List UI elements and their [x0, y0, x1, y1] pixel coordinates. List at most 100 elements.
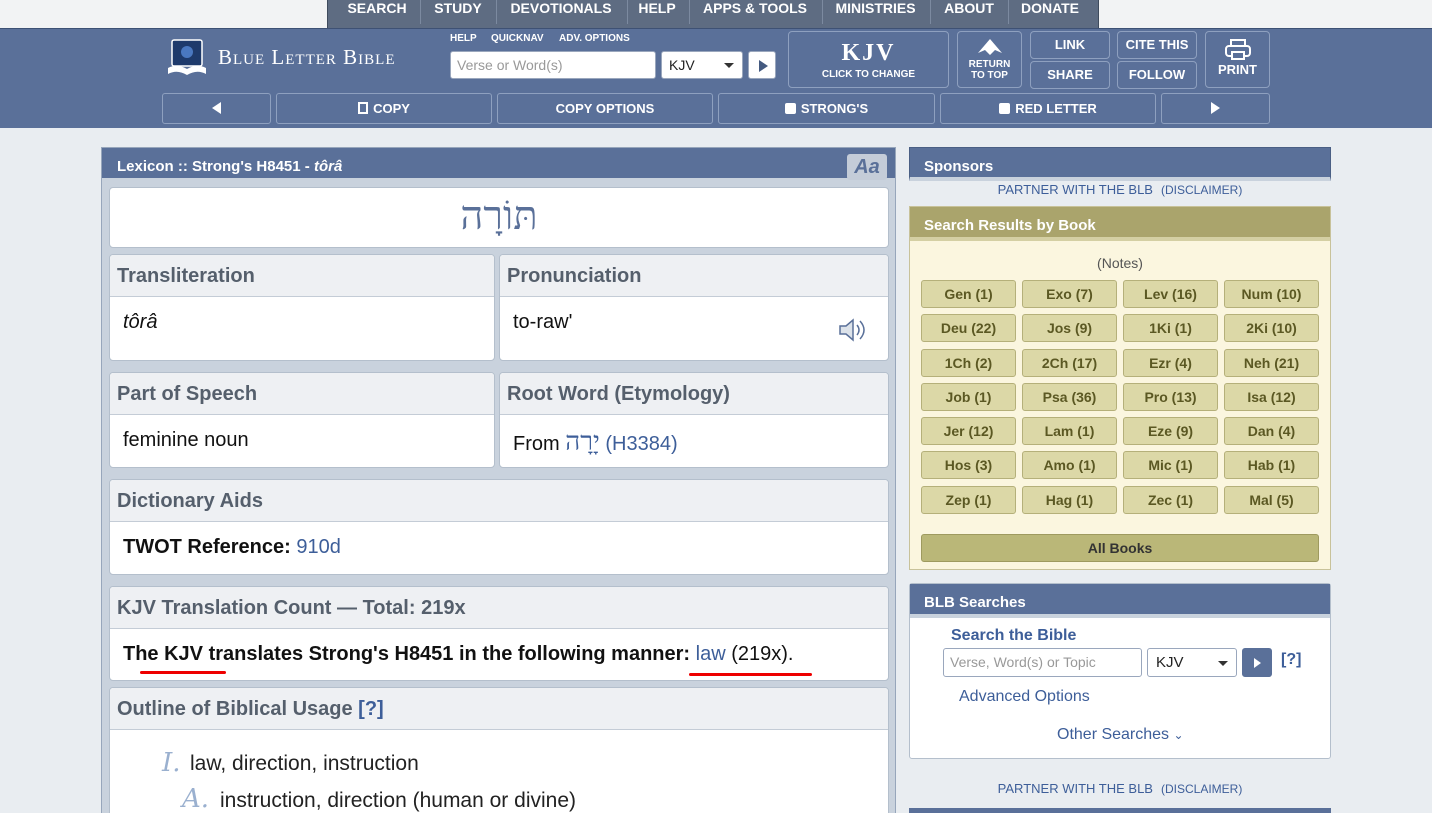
verse-search-input[interactable]: Verse or Word(s) — [450, 51, 656, 79]
book-button[interactable]: Zec (1) — [1123, 486, 1218, 514]
strongs-toggle[interactable]: STRONG'S — [718, 93, 935, 124]
book-button[interactable]: Gen (1) — [921, 280, 1016, 308]
sidebar-search-go-button[interactable] — [1242, 648, 1272, 677]
chevron-down-icon — [724, 63, 734, 68]
book-button[interactable]: Ezr (4) — [1123, 349, 1218, 377]
book-button[interactable]: Hab (1) — [1224, 451, 1319, 479]
book-button[interactable]: Jos (9) — [1022, 314, 1117, 342]
book-button[interactable]: Lam (1) — [1022, 417, 1117, 445]
book-button[interactable]: Exo (7) — [1022, 280, 1117, 308]
quicknav-link[interactable]: QUICKNAV — [491, 33, 544, 44]
twot-link[interactable]: 910d — [296, 536, 341, 558]
book-button[interactable]: 2Ki (10) — [1224, 314, 1319, 342]
font-size-button[interactable]: Aa — [847, 154, 887, 180]
sidebar-help-link[interactable]: [?] — [1281, 651, 1301, 669]
book-button[interactable]: Mic (1) — [1123, 451, 1218, 479]
book-button[interactable]: Eze (9) — [1123, 417, 1218, 445]
arrow-left-icon — [212, 102, 221, 114]
help-link[interactable]: HELP — [450, 33, 477, 44]
speaker-icon[interactable] — [838, 317, 872, 343]
outline-item-1a: instruction, direction (human or divine) — [220, 789, 576, 813]
all-books-button[interactable]: All Books — [921, 534, 1319, 562]
arrow-right-icon — [759, 60, 768, 72]
book-button[interactable]: Amo (1) — [1022, 451, 1117, 479]
lexicon-title-text: Lexicon :: Strong's H8451 - — [117, 158, 314, 175]
root-strongs-link[interactable]: (H3384) — [605, 433, 677, 455]
book-button[interactable]: Num (10) — [1224, 280, 1319, 308]
nav-help[interactable]: HELP — [636, 0, 678, 28]
link-button[interactable]: LINK — [1030, 31, 1110, 59]
part-of-speech-value: feminine noun — [110, 415, 494, 466]
book-button[interactable]: 2Ch (17) — [1022, 349, 1117, 377]
book-button[interactable]: Neh (21) — [1224, 349, 1319, 377]
outline-letter-a: A. — [182, 784, 209, 813]
pronunciation-heading: Pronunciation — [500, 255, 888, 297]
red-letter-toggle[interactable]: RED LETTER — [940, 93, 1156, 124]
top-nav-menu: SEARCH STUDY DEVOTIONALS HELP APPS & TOO… — [327, 0, 1099, 28]
book-button[interactable]: Job (1) — [921, 383, 1016, 411]
kjv-version-button[interactable]: KJV CLICK TO CHANGE — [788, 31, 949, 88]
book-button[interactable]: Mal (5) — [1224, 486, 1319, 514]
advanced-options-link[interactable]: Advanced Options — [959, 688, 1090, 706]
partner-link[interactable]: PARTNER WITH THE BLB — [998, 781, 1153, 796]
print-button[interactable]: PRINT — [1205, 31, 1270, 88]
nav-ministries[interactable]: MINISTRIES — [833, 0, 918, 28]
cite-this-button[interactable]: CITE THIS — [1117, 31, 1197, 59]
copy-options-button[interactable]: COPY OPTIONS — [497, 93, 713, 124]
copy-label: COPY — [373, 101, 410, 116]
blb-logo-icon[interactable] — [166, 38, 208, 80]
book-button[interactable]: Jer (12) — [921, 417, 1016, 445]
other-searches-link[interactable]: Other Searches ⌄ — [1057, 726, 1184, 744]
follow-button[interactable]: FOLLOW — [1117, 61, 1197, 89]
book-button[interactable]: 1Ch (2) — [921, 349, 1016, 377]
book-button[interactable]: Psa (36) — [1022, 383, 1117, 411]
hebrew-word: תּוֹרָה — [110, 188, 888, 239]
copy-button[interactable]: COPY — [276, 93, 492, 124]
book-button[interactable]: Dan (4) — [1224, 417, 1319, 445]
book-button[interactable]: Isa (12) — [1224, 383, 1319, 411]
sponsors-heading: Sponsors — [909, 147, 1331, 181]
return-to-top-button[interactable]: RETURN TO TOP — [957, 31, 1022, 88]
book-button[interactable]: Hos (3) — [921, 451, 1016, 479]
pronunciation-value: to-raw' — [513, 311, 572, 333]
book-button[interactable]: Lev (16) — [1123, 280, 1218, 308]
search-the-bible-label: Search the Bible — [951, 627, 1076, 645]
twot-label: TWOT Reference: — [123, 536, 291, 558]
blb-searches-section: BLB Searches Search the Bible Verse, Wor… — [909, 583, 1331, 759]
root-hebrew-word[interactable]: יָרָה — [565, 427, 600, 457]
site-logo-text[interactable]: Blue Letter Bible — [218, 45, 395, 70]
notes-link[interactable]: (Notes) — [910, 255, 1330, 271]
return-label: RETURN — [958, 59, 1021, 70]
dictionary-aids-box: Dictionary Aids TWOT Reference: 910d — [109, 479, 889, 575]
next-button[interactable] — [1161, 93, 1270, 124]
sidebar-version-select[interactable]: KJV — [1147, 648, 1237, 677]
results-heading: Search Results by Book — [910, 207, 1330, 241]
disclaimer-link[interactable]: (DISCLAIMER) — [1161, 782, 1242, 796]
nav-search[interactable]: SEARCH — [347, 0, 407, 28]
sidebar-search-input[interactable]: Verse, Word(s) or Topic — [943, 648, 1142, 677]
book-button[interactable]: Pro (13) — [1123, 383, 1218, 411]
adv-options-link[interactable]: ADV. OPTIONS — [559, 33, 630, 44]
blb-searches-heading: BLB Searches — [910, 584, 1330, 618]
version-select[interactable]: KJV — [661, 51, 743, 79]
book-button[interactable]: Hag (1) — [1022, 486, 1117, 514]
next-section-header — [909, 808, 1331, 813]
nav-apps-tools[interactable]: APPS & TOOLS — [701, 0, 809, 28]
outline-help-link[interactable]: [?] — [358, 698, 384, 720]
nav-donate[interactable]: DONATE — [1019, 0, 1081, 28]
nav-about[interactable]: ABOUT — [942, 0, 996, 28]
nav-study[interactable]: STUDY — [430, 0, 486, 28]
partner-link[interactable]: PARTNER WITH THE BLB — [998, 182, 1153, 197]
law-link[interactable]: law — [696, 643, 726, 665]
book-button[interactable]: 1Ki (1) — [1123, 314, 1218, 342]
strongs-checkbox[interactable] — [785, 103, 796, 114]
disclaimer-link[interactable]: (DISCLAIMER) — [1161, 183, 1242, 197]
nav-devotionals[interactable]: DEVOTIONALS — [506, 0, 616, 28]
book-button[interactable]: Zep (1) — [921, 486, 1016, 514]
book-button[interactable]: Deu (22) — [921, 314, 1016, 342]
red-letter-checkbox[interactable] — [999, 103, 1010, 114]
share-button[interactable]: SHARE — [1030, 61, 1110, 89]
version-select-value: KJV — [669, 57, 695, 73]
search-go-button[interactable] — [748, 51, 776, 79]
previous-button[interactable] — [162, 93, 271, 124]
